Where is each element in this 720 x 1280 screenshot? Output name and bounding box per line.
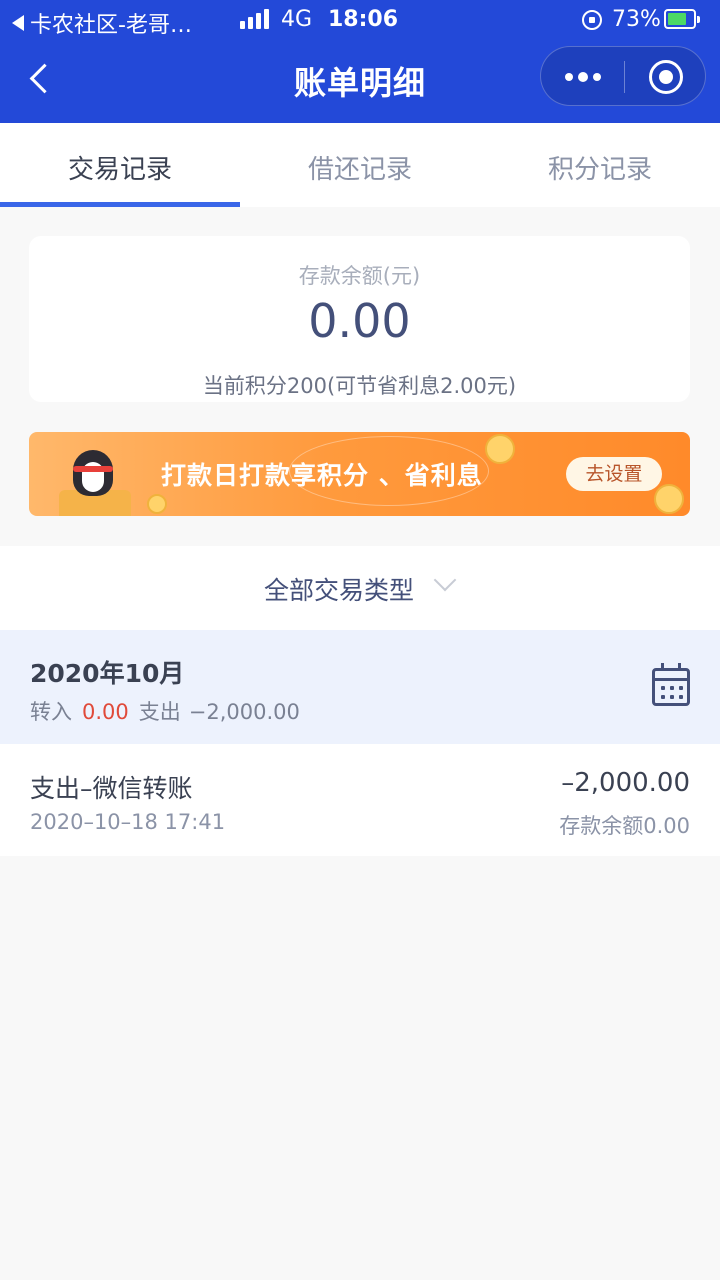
out-label: 支出 — [138, 700, 181, 724]
transaction-date: 2020–10–18 17:41 — [30, 810, 226, 834]
chevron-down-icon — [433, 568, 457, 592]
tab-bar: 交易记录 借还记录 积分记录 — [0, 123, 720, 207]
signal-strength-icon — [240, 9, 269, 29]
coin-icon — [485, 434, 515, 464]
coin-icon — [654, 484, 684, 514]
points-note: 当前积分200(可节省利息2.00元) — [202, 374, 517, 398]
battery-level-fill — [668, 13, 686, 25]
coin-icon — [147, 494, 167, 514]
promo-banner[interactable]: 打款日打款享积分 、省利息 去设置 — [29, 432, 690, 516]
transaction-name: 支出–微信转账 — [30, 774, 193, 803]
back-to-app-link[interactable]: 卡农社区-老哥… — [12, 7, 192, 39]
network-type: 4G — [281, 7, 313, 32]
in-label: 转入 — [30, 700, 72, 724]
month-summary: 转入 0.00 支出 −2,000.00 — [30, 696, 300, 726]
banner-settings-button[interactable]: 去设置 — [566, 457, 662, 491]
balance-amount: 0.00 — [308, 294, 411, 348]
banner-text: 打款日打款享积分 、省利息 — [161, 461, 483, 490]
transaction-amount: –2,000.00 — [561, 768, 690, 798]
capsule-divider — [624, 61, 625, 93]
battery-icon — [664, 9, 700, 29]
month-title: 2020年10月 — [30, 659, 185, 688]
balance-label: 存款余额(元) — [298, 264, 421, 288]
penguin-scarf — [73, 466, 113, 472]
out-value: −2,000.00 — [188, 700, 300, 724]
tab-transactions[interactable]: 交易记录 — [0, 123, 240, 207]
clock: 18:06 — [328, 7, 399, 32]
rotation-lock-icon — [582, 10, 602, 30]
transaction-row[interactable]: 支出–微信转账 2020–10–18 17:41 –2,000.00 存款余额0… — [0, 744, 720, 856]
close-miniprogram-button[interactable] — [649, 60, 683, 94]
back-triangle-icon — [12, 15, 24, 31]
tab-borrow-repay[interactable]: 借还记录 — [240, 123, 480, 207]
battery-percent: 73% — [612, 7, 661, 32]
balance-card: 存款余额(元) 0.00 当前积分200(可节省利息2.00元) — [29, 236, 690, 402]
filter-label: 全部交易类型 — [264, 576, 415, 605]
nav-bar: 账单明细 — [0, 40, 720, 123]
month-header: 2020年10月 转入 0.00 支出 −2,000.00 — [0, 630, 720, 744]
miniprogram-capsule — [540, 46, 706, 106]
in-value: 0.00 — [82, 700, 129, 724]
status-bar: 卡农社区-老哥… 4G 18:06 73% — [0, 0, 720, 40]
back-app-label: 卡农社区-老哥… — [30, 13, 192, 38]
calendar-icon[interactable] — [652, 663, 690, 706]
tab-points[interactable]: 积分记录 — [480, 123, 720, 207]
more-options-button[interactable] — [561, 61, 605, 93]
transaction-balance-after: 存款余额0.00 — [559, 814, 690, 838]
transaction-type-filter[interactable]: 全部交易类型 — [0, 546, 720, 630]
